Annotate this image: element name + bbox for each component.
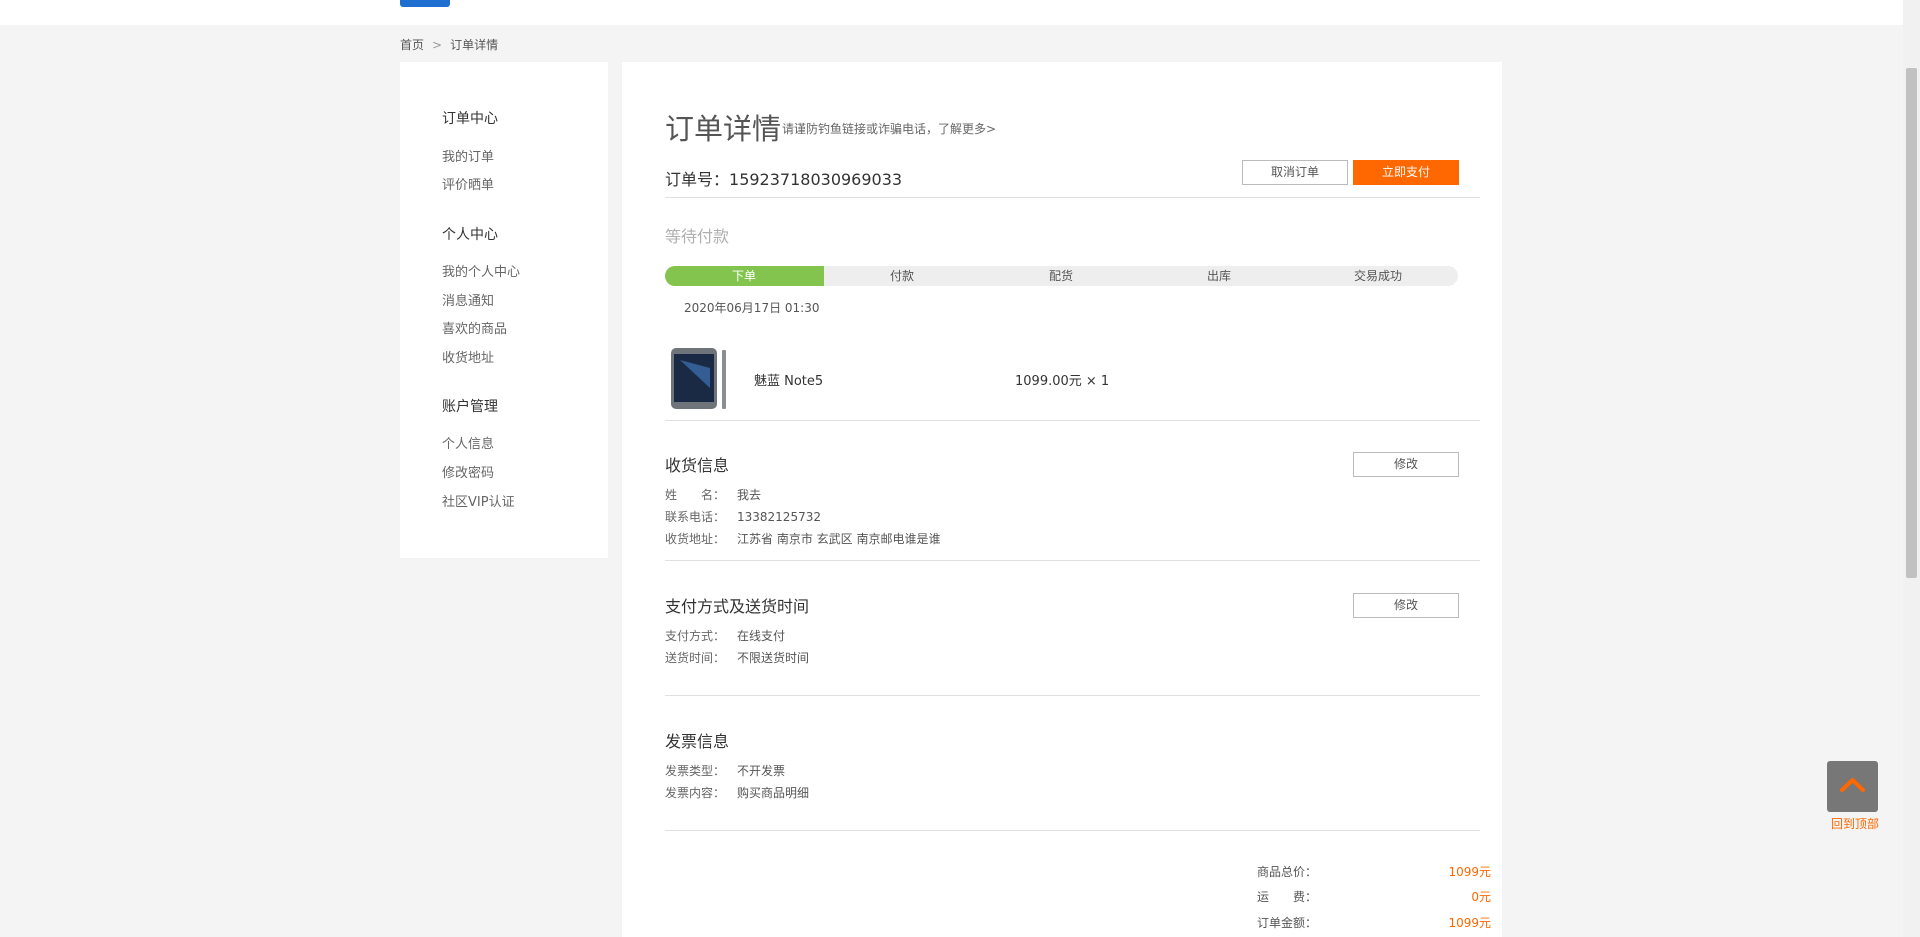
divider [665, 560, 1480, 561]
sidebar: 订单中心 我的订单 评价晒单 个人中心 我的个人中心 消息通知 喜欢的商品 收货… [400, 62, 608, 558]
divider [665, 695, 1480, 696]
order-number-label: 订单号： [665, 170, 730, 189]
breadcrumb: 首页 > 订单详情 [400, 36, 498, 53]
row-value: 13382125732 [737, 510, 821, 524]
payment-section-title: 支付方式及送货时间 [665, 597, 810, 616]
edit-payment-button[interactable]: 修改 [1353, 593, 1459, 618]
row-key: 收货地址： [665, 532, 726, 546]
row-key: 送货时间： [665, 651, 726, 665]
invoice-type-row: 发票类型： 不开发票 [665, 762, 785, 779]
page-title: 订单详情 [665, 112, 782, 146]
order-time: 2020年06月17日 01:30 [684, 301, 820, 315]
summary-label: 运 费： [1257, 890, 1318, 904]
sidebar-item-my-orders[interactable]: 我的订单 [442, 146, 494, 165]
summary-subtotal-row: 商品总价： 1099元 [1257, 863, 1491, 880]
scrollbar-thumb[interactable] [1906, 68, 1917, 578]
sidebar-item-change-password[interactable]: 修改密码 [442, 462, 494, 481]
sidebar-group-title: 订单中心 [442, 111, 498, 127]
summary-value: 1099元 [1448, 916, 1492, 930]
row-value: 购买商品明细 [737, 786, 810, 800]
progress-step-paid: 付款 [889, 269, 914, 283]
header-blue-button[interactable] [400, 0, 450, 7]
progress-step-completed: 交易成功 [1353, 269, 1402, 283]
back-to-top-label[interactable]: 回到顶部 [1831, 815, 1879, 832]
progress-step-ordered: 下单 [731, 269, 756, 283]
edit-shipping-button[interactable]: 修改 [1353, 452, 1459, 477]
sidebar-item-personal-info[interactable]: 个人信息 [442, 433, 494, 452]
delivery-time-row: 送货时间： 不限送货时间 [665, 649, 809, 666]
sidebar-group-personal-center: 个人中心 我的个人中心 消息通知 喜欢的商品 收货地址 [442, 224, 520, 366]
divider [665, 197, 1480, 198]
row-key: 联系电话： [665, 510, 726, 524]
summary-value: 1099元 [1448, 865, 1492, 879]
sidebar-item-favorites[interactable]: 喜欢的商品 [442, 318, 507, 337]
divider [665, 420, 1480, 421]
divider [665, 830, 1480, 831]
summary-label: 商品总价： [1257, 865, 1318, 879]
sidebar-group-title: 账户管理 [442, 399, 498, 415]
order-status: 等待付款 [665, 227, 730, 246]
back-to-top-button[interactable] [1827, 761, 1878, 812]
row-key: 支付方式： [665, 629, 726, 643]
sidebar-group-order-center: 订单中心 我的订单 评价晒单 [442, 108, 498, 193]
chevron-up-icon [1840, 778, 1865, 792]
cancel-order-button[interactable]: 取消订单 [1242, 160, 1348, 185]
sidebar-group-account: 账户管理 个人信息 修改密码 社区VIP认证 [442, 396, 515, 510]
pay-now-button[interactable]: 立即支付 [1353, 160, 1459, 185]
product-price: 1099.00元 × 1 [1015, 374, 1110, 389]
progress-step-picking: 配货 [1048, 269, 1073, 283]
row-value: 江苏省 南京市 玄武区 南京邮电谁是谁 [737, 532, 941, 546]
row-key: 姓 名： [665, 488, 726, 502]
row-key: 发票内容： [665, 786, 726, 800]
breadcrumb-home-link[interactable]: 首页 [400, 38, 424, 52]
shipping-address-row: 收货地址： 江苏省 南京市 玄武区 南京邮电谁是谁 [665, 530, 940, 547]
sidebar-item-notifications[interactable]: 消息通知 [442, 290, 494, 309]
product-image[interactable] [670, 348, 726, 410]
summary-label: 订单金额： [1257, 916, 1318, 930]
order-progress-bar: 下单 付款 配货 出库 交易成功 [665, 266, 1458, 286]
progress-step-shipped: 出库 [1206, 269, 1231, 283]
shipping-name-row: 姓 名： 我去 [665, 486, 761, 503]
sidebar-group-title: 个人中心 [442, 227, 498, 243]
top-header [0, 0, 1903, 25]
row-value: 不限送货时间 [737, 651, 810, 665]
shipping-phone-row: 联系电话： 13382125732 [665, 508, 821, 525]
summary-value: 0元 [1471, 890, 1492, 904]
row-value: 在线支付 [737, 629, 786, 643]
sidebar-item-my-center[interactable]: 我的个人中心 [442, 261, 520, 280]
sidebar-item-vip[interactable]: 社区VIP认证 [442, 491, 515, 510]
payment-method-row: 支付方式： 在线支付 [665, 627, 785, 644]
shipping-section-title: 收货信息 [665, 456, 730, 475]
sidebar-item-addresses[interactable]: 收货地址 [442, 347, 494, 366]
summary-total-row: 订单金额： 1099元 [1257, 914, 1491, 931]
breadcrumb-separator: > [432, 38, 443, 52]
product-name-link[interactable]: 魅蓝 Note5 [754, 370, 823, 389]
row-key: 发票类型： [665, 764, 726, 778]
row-value: 我去 [737, 488, 762, 502]
breadcrumb-current: 订单详情 [450, 38, 499, 52]
invoice-section-title: 发票信息 [665, 732, 730, 751]
row-value: 不开发票 [737, 764, 786, 778]
order-number-value: 15923718030969033 [729, 170, 903, 189]
order-detail-panel: 订单详情 请谨防钓鱼链接或诈骗电话，了解更多> 订单号：159237180309… [622, 62, 1502, 937]
order-number: 订单号：15923718030969033 [665, 166, 902, 190]
sidebar-item-reviews[interactable]: 评价晒单 [442, 174, 494, 193]
invoice-content-row: 发票内容： 购买商品明细 [665, 784, 809, 801]
summary-shipping-row: 运 费： 0元 [1257, 888, 1491, 905]
page-scrollbar[interactable] [1903, 0, 1920, 937]
anti-fraud-tip-link[interactable]: 请谨防钓鱼链接或诈骗电话，了解更多> [782, 120, 996, 137]
